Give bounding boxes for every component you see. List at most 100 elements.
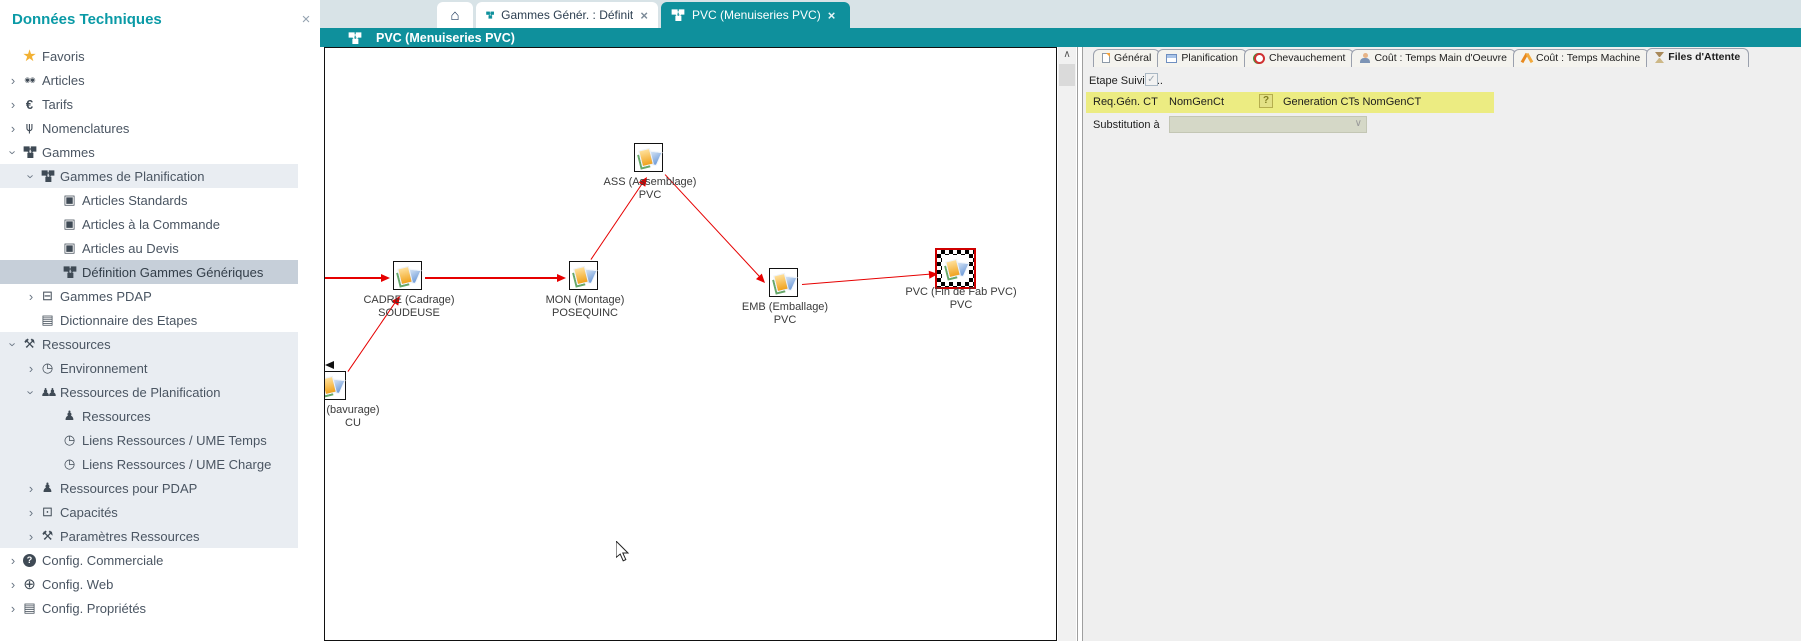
generation-cts-checkbox[interactable]: ? — [1259, 94, 1273, 108]
stack-icon: ⊟ — [38, 288, 57, 304]
chevron-right-icon[interactable]: › — [24, 290, 38, 303]
operation-node-ebav[interactable] — [324, 371, 346, 400]
sidebar-item-label: Config. Web — [42, 577, 113, 592]
sidebar-tree: ›★Favoris›◉◉Articles›€Tarifs›⋔Nomenclatu… — [0, 44, 298, 620]
sidebar-item-label: Environnement — [60, 361, 147, 376]
operation-node-mon[interactable] — [569, 261, 598, 290]
sidebar-item-config-commerciale[interactable]: ›?Config. Commerciale — [0, 548, 298, 572]
chevron-right-icon[interactable]: › — [6, 602, 20, 615]
sidebar-item-ressources[interactable]: ›⚒Ressources — [0, 332, 298, 356]
close-icon[interactable]: × — [640, 8, 648, 23]
diagram-vertical-scrollbar[interactable]: ∧ — [1058, 47, 1076, 641]
sidebar-item-liens-ressources-ume-temps[interactable]: ›◷Liens Ressources / UME Temps — [0, 428, 298, 452]
documents-icon — [572, 266, 596, 286]
chevron-right-icon[interactable]: › — [6, 554, 20, 567]
sidebar-item-config-propri-t-s[interactable]: ›▤Config. Propriétés — [0, 596, 298, 620]
sidebar-item-label: Articles à la Commande — [82, 217, 220, 232]
hourglass-icon — [1655, 52, 1664, 63]
operation-node-ass[interactable] — [634, 143, 663, 172]
flow-arrowhead — [381, 274, 390, 282]
sidebar-item-gammes-de-planification[interactable]: › Gammes de Planification — [0, 164, 298, 188]
properties-tab-co-t-temps-machine[interactable]: Coût : Temps Machine — [1513, 49, 1649, 67]
sidebar-item-d-finition-gammes-g-n-riques[interactable]: ›Définition Gammes Génériques — [0, 260, 298, 284]
sidebar-item-ressources-pour-pdap[interactable]: ›♟Ressources pour PDAP — [0, 476, 298, 500]
tab-label: Files d'Attente — [1668, 51, 1740, 63]
chevron-down-icon[interactable]: › — [7, 145, 20, 159]
clock-icon: ◷ — [60, 456, 79, 472]
chevron-right-icon[interactable]: › — [6, 98, 20, 111]
sidebar-item-label: Gammes — [42, 145, 95, 160]
chevron-down-icon[interactable]: › — [7, 337, 20, 351]
operation-node-cadre[interactable] — [393, 261, 422, 290]
sidebar-item-capacit-s[interactable]: ›⊡Capacités — [0, 500, 298, 524]
substitution-dropdown[interactable]: ∨ — [1169, 116, 1367, 133]
tab-home[interactable]: ⌂ — [437, 2, 473, 28]
sidebar-item-articles-au-devis[interactable]: ›▣Articles au Devis — [0, 236, 298, 260]
properties-tab-co-t-temps-main-d-oeuvre[interactable]: Coût : Temps Main d'Oeuvre — [1351, 49, 1516, 67]
chevron-down-icon[interactable]: › — [25, 385, 38, 399]
sidebar-item-gammes[interactable]: › Gammes — [0, 140, 298, 164]
app-window: Données Techniques × ›★Favoris›◉◉Article… — [0, 0, 1801, 641]
gamme-icon — [20, 146, 39, 158]
chevron-right-icon[interactable]: › — [24, 506, 38, 519]
properties-tab-chevauchement[interactable]: Chevauchement — [1244, 49, 1354, 67]
close-icon[interactable]: × — [828, 8, 836, 23]
document-header-bar: PVC (Menuiseries PVC) — [320, 28, 1801, 47]
sidebar-item-articles-la-commande[interactable]: ›▣Articles à la Commande — [0, 212, 298, 236]
qcircle-icon: ? — [20, 554, 39, 567]
req-gen-ct-value[interactable]: NomGenCt — [1169, 96, 1224, 108]
sidebar-item-dictionnaire-des-etapes[interactable]: ›▤Dictionnaire des Etapes — [0, 308, 298, 332]
generation-cts-label: Generation CTs NomGenCT — [1283, 96, 1421, 108]
tab-pvc-menuiseries[interactable]: PVC (Menuiseries PVC)× — [661, 2, 850, 28]
sidebar-item-articles-standards[interactable]: ›▣Articles Standards — [0, 188, 298, 212]
sidebar-item-label: Ressources de Planification — [60, 385, 220, 400]
book-icon: ▤ — [38, 312, 57, 328]
properties-tab-planification[interactable]: Planification — [1157, 49, 1247, 67]
sidebar-item-environnement[interactable]: ›◷Environnement — [0, 356, 298, 380]
chevron-right-icon[interactable]: › — [24, 482, 38, 495]
sidebar-item-tarifs[interactable]: ›€Tarifs — [0, 92, 298, 116]
chevron-right-icon[interactable]: › — [6, 74, 20, 87]
node-label: CADRE (Cadrage)SOUDEUSE — [329, 294, 489, 320]
mouse-cursor — [616, 541, 630, 567]
sidebar-item-gammes-pdap[interactable]: ›⊟Gammes PDAP — [0, 284, 298, 308]
scrollbar-thumb[interactable] — [1059, 64, 1075, 86]
chevron-right-icon[interactable]: › — [24, 362, 38, 375]
chevron-right-icon[interactable]: › — [24, 530, 38, 543]
server-icon: ▤ — [20, 600, 39, 616]
chevron-down-icon: ∨ — [1355, 118, 1362, 129]
chevron-right-icon[interactable]: › — [6, 578, 20, 591]
machine-icon — [1522, 53, 1532, 63]
properties-tab-g-n-ral[interactable]: Général — [1093, 49, 1160, 67]
node-label: MON (Montage)POSEQUINC — [505, 294, 665, 320]
routing-diagram-canvas[interactable]: (bavurage)CUCADRE (Cadrage)SOUDEUSEMON (… — [324, 47, 1057, 641]
etape-suivie-checkbox[interactable]: ✓ — [1145, 73, 1158, 86]
tree-icon: ⋔ — [20, 120, 39, 136]
properties-tab-files-d-attente[interactable]: Files d'Attente — [1646, 48, 1749, 67]
documents-icon — [772, 273, 796, 293]
chevron-down-icon[interactable]: › — [25, 169, 38, 183]
tab-gammes-generiques[interactable]: Gammes Génér. : Définition des Gamme...× — [476, 2, 658, 28]
operation-node-emb[interactable] — [769, 268, 798, 297]
tab-label: Chevauchement — [1269, 52, 1345, 64]
scroll-up-icon[interactable]: ∧ — [1058, 49, 1076, 60]
sidebar-item-favoris[interactable]: ›★Favoris — [0, 44, 298, 68]
chevron-right-icon[interactable]: › — [6, 122, 20, 135]
sidebar-close-icon[interactable]: × — [298, 12, 314, 28]
people-icon: ♟♟ — [38, 386, 57, 399]
node-label: PVC (Fin de Fab PVC)PVC — [881, 286, 1041, 312]
operation-node-pvc_fin[interactable] — [935, 248, 976, 289]
folder-icon: ⊡ — [38, 504, 57, 520]
gamme-icon — [348, 32, 362, 44]
sidebar-item-liens-ressources-ume-charge[interactable]: ›◷Liens Ressources / UME Charge — [0, 452, 298, 476]
sidebar-item-nomenclatures[interactable]: ›⋔Nomenclatures — [0, 116, 298, 140]
sidebar-item-param-tres-ressources[interactable]: ›⚒Paramètres Ressources — [0, 524, 298, 548]
sidebar-item-config-web[interactable]: ›⊕Config. Web — [0, 572, 298, 596]
sidebar-item-ressources-de-planification[interactable]: ›♟♟Ressources de Planification — [0, 380, 298, 404]
sidebar-item-articles[interactable]: ›◉◉Articles — [0, 68, 298, 92]
sidebar-item-ressources[interactable]: ›♟Ressources — [0, 404, 298, 428]
sidebar-item-label: Gammes de Planification — [60, 169, 205, 184]
flow-arrowhead — [557, 274, 566, 282]
sidebar-item-label: Dictionnaire des Etapes — [60, 313, 197, 328]
globe-icon: ⊕ — [20, 575, 39, 593]
